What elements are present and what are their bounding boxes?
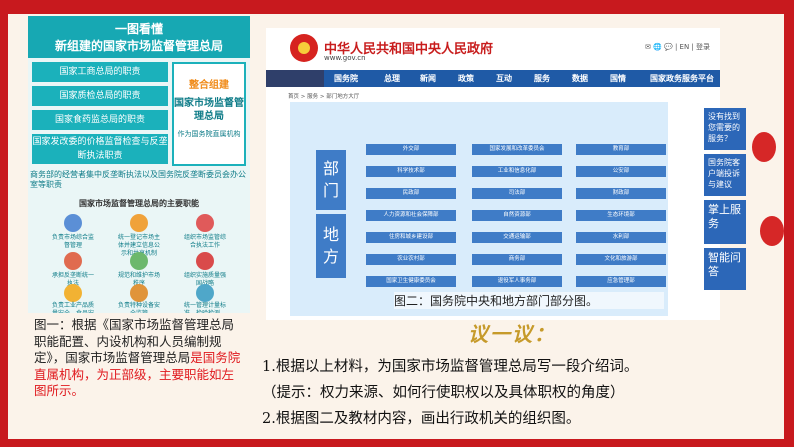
function-text: 负责市场综合监督管理 (52, 234, 95, 249)
red-frame-right (784, 0, 794, 447)
function-icon (196, 214, 214, 232)
dept-item[interactable]: 司法部 (472, 188, 562, 199)
infographic: 一图看懂 新组建的国家市场监督管理总局 国家工商总局的职责 国家质检总局的职责 … (28, 16, 250, 313)
gov-tools: ✉ 🌐 💬 | EN | 登录 (644, 43, 710, 51)
duty-bar: 国家质检总局的职责 (32, 86, 168, 106)
question-1: 1.根据以上材料，为国家市场监督管理总局写一段介绍词。 (262, 359, 639, 375)
function-icon (64, 214, 82, 232)
duty-bar: 国家发改委的价格监督检查与反垄断执法职责 (32, 134, 168, 164)
merge-body: 国家市场监督管理总局 (174, 98, 244, 122)
nav-item[interactable]: 互动 (496, 70, 512, 87)
dept-item[interactable]: 国家发展和改革委员会 (472, 144, 562, 155)
question-2: 2.根据图二及教材内容，画出行政机关的组织图。 (262, 411, 581, 427)
dept-item[interactable]: 应急管理部 (576, 276, 666, 287)
dept-item[interactable]: 农业农村部 (366, 254, 456, 265)
red-frame-top (0, 0, 794, 14)
duty-bar: 国家工商总局的职责 (32, 62, 168, 82)
nav-item[interactable]: 服务 (534, 70, 550, 87)
dept-item[interactable]: 退役军人事务部 (472, 276, 562, 287)
function-icon (64, 284, 82, 302)
question-1-hint: （提示：权力来源、如何行使职权以及具体职权的角度） (262, 385, 625, 401)
dept-item[interactable]: 财政部 (576, 188, 666, 199)
gov-site-screenshot: 中华人民共和国中央人民政府 www.gov.cn ✉ 🌐 💬 | EN | 登录… (266, 28, 720, 320)
dept-item[interactable]: 教育部 (576, 144, 666, 155)
merge-box: 整合组建 国家市场监督管理总局 作为国务院直属机构 (172, 62, 246, 166)
dept-item[interactable]: 科学技术部 (366, 166, 456, 177)
department-panel: 部门 地方 外交部 国家发展和改革委员会 教育部 科学技术部 工业和信息化部 公… (290, 102, 668, 316)
lantern-icon (760, 216, 784, 246)
feedback-button[interactable]: 国务院客户端投诉与建议 (704, 154, 746, 196)
nav-item[interactable]: 数据 (572, 70, 588, 87)
dept-item[interactable]: 商务部 (472, 254, 562, 265)
dept-item[interactable]: 工业和信息化部 (472, 166, 562, 177)
functions-title: 国家市场监督管理总局的主要职能 (79, 199, 199, 208)
duty-bar: 国家食药监总局的职责 (32, 110, 168, 130)
merge-note: 商务部的经营者集中反垄断执法以及国务院反垄断委员会办公室等职责 (30, 170, 246, 189)
gov-url: www.gov.cn (324, 54, 366, 62)
function-text: 负责特种设备安全监管 (118, 302, 161, 313)
nav-home-graphic (266, 70, 324, 87)
infographic-header: 一图看懂 新组建的国家市场监督管理总局 (28, 16, 250, 58)
discuss-title: 议一议： (468, 322, 556, 346)
red-frame-left (0, 0, 8, 447)
dept-item[interactable]: 文化和旅游部 (576, 254, 666, 265)
gov-nav: 国务院 总理 新闻 政策 互动 服务 数据 国情 国家政务服务平台 (266, 70, 720, 87)
dept-item[interactable]: 国家卫生健康委员会 (366, 276, 456, 287)
smart-qa-button[interactable]: 智能问答 (704, 248, 746, 290)
dept-item[interactable]: 人力资源和社会保障部 (366, 210, 456, 221)
infographic-title-1: 一图看懂 (114, 22, 163, 36)
merge-head: 整合组建 (189, 80, 229, 91)
nav-item[interactable]: 国情 (610, 70, 626, 87)
side-label-departments[interactable]: 部门 (316, 150, 346, 210)
function-icon (196, 252, 214, 270)
side-label-localities[interactable]: 地方 (316, 214, 346, 278)
function-icon (130, 252, 148, 270)
dept-item[interactable]: 生态环境部 (576, 210, 666, 221)
dept-item[interactable]: 民政部 (366, 188, 456, 199)
dept-item[interactable]: 水利部 (576, 232, 666, 243)
lantern-icon (752, 132, 776, 162)
function-text: 统一管理计量标准、检验检测、认证认可工作 (184, 302, 227, 313)
red-frame-bottom (0, 439, 794, 447)
function-icon (196, 284, 214, 302)
nav-item[interactable]: 新闻 (420, 70, 436, 87)
nav-item[interactable]: 国家政务服务平台 (650, 70, 714, 87)
function-icon (130, 284, 148, 302)
nav-item[interactable]: 总理 (384, 70, 400, 87)
dept-item[interactable]: 外交部 (366, 144, 456, 155)
dept-item[interactable]: 交通运输部 (472, 232, 562, 243)
breadcrumb: 首页 > 服务 > 部门地方大厅 (288, 94, 360, 100)
nav-item[interactable]: 国务院 (334, 70, 358, 87)
dept-item[interactable]: 住房和城乡建设部 (366, 232, 456, 243)
caption-figure-2: 图二：国务院中央和地方部门部分图。 (394, 292, 664, 309)
merge-sub: 作为国务院直属机构 (177, 130, 241, 138)
mobile-service-button[interactable]: 掌上服务 (704, 200, 746, 244)
caption-figure-1: 图一：根据《国家市场监督管理总局职能配置、内设机构和人员编制规定》，国家市场监督… (34, 317, 246, 400)
dept-item[interactable]: 公安部 (576, 166, 666, 177)
function-text: 负责工业产品质量安全、食品安全 (52, 302, 95, 313)
gov-header: 中华人民共和国中央人民政府 www.gov.cn ✉ 🌐 💬 | EN | 登录 (266, 28, 720, 70)
help-button[interactable]: 没有找到您需要的服务？ (704, 108, 746, 150)
infographic-title-2: 新组建的国家市场监督管理总局 (54, 39, 223, 53)
dept-item[interactable]: 自然资源部 (472, 210, 562, 221)
function-icon (64, 252, 82, 270)
national-emblem-icon (290, 34, 318, 62)
function-text: 组织市场监管综合执法工作 (184, 234, 227, 249)
function-icon (130, 214, 148, 232)
nav-item[interactable]: 政策 (458, 70, 474, 87)
